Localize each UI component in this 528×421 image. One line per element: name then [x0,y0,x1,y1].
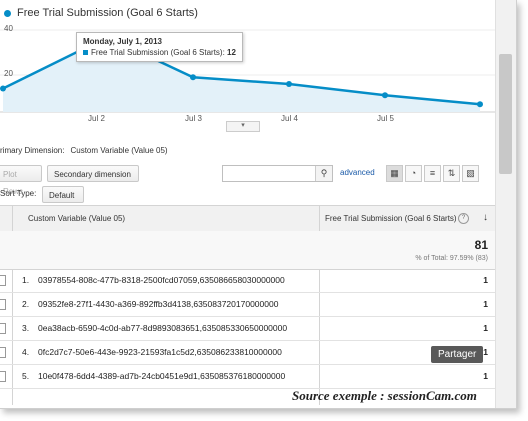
secondary-dimension-label: Secondary dimension [54,170,131,179]
chart-tooltip: Monday, July 1, 2013 Free Trial Submissi… [76,32,243,62]
legend-label: Free Trial Submission (Goal 6 Starts) [17,7,198,19]
table-row[interactable]: 3. 0ea38acb-6590-4c0d-ab77-8d9893083651,… [0,316,496,341]
sort-type-value: Default [49,191,75,200]
x-tick-jul4: Jul 4 [281,114,298,123]
primary-dimension-label: rimary Dimension: [0,146,65,155]
data-point[interactable] [0,85,6,92]
primary-dimension-value[interactable]: Custom Variable (Value 05) [70,146,167,155]
search-icon[interactable]: ⚲ [315,166,332,181]
row-number: 2. [22,299,30,309]
table-row[interactable]: 5. 10e0f478-6dd4-4389-ad7b-24cb0451e9d1,… [0,364,496,389]
primary-dimension: rimary Dimension: Custom Variable (Value … [0,146,168,155]
chart-collapse-button[interactable]: ▾ [226,121,260,132]
pie-view-icon[interactable]: ◔ [405,165,422,182]
view-switcher: ▦ ◔ ≡ ⇅ ▧ [386,165,481,182]
row-metric-value: 1 [483,275,488,285]
sort-type: Sort Type: [0,189,36,198]
row-checkbox[interactable] [0,275,6,286]
tooltip-date: Monday, July 1, 2013 [83,37,162,46]
table-row[interactable]: 1. 03978554-808c-477b-8318-2500fcd07059,… [0,268,496,293]
col-header-dimension[interactable]: Custom Variable (Value 05) [28,214,125,223]
bar-view-icon[interactable]: ≡ [424,165,441,182]
sort-arrow-icon[interactable]: ↓ [483,212,488,223]
row-checkbox[interactable] [0,371,6,382]
analytics-panel: Free Trial Submission (Goal 6 Starts) 40… [0,0,517,409]
row-dimension-value[interactable]: 09352fe8-27f1-4430-a369-892ffb3d4138,635… [38,299,278,309]
sort-type-label: Sort Type: [0,189,37,198]
tooltip-value: 12 [227,48,236,57]
chevron-down-icon: ▾ [241,122,245,129]
totals-row: 81 % of Total: 97.59% (83) [0,231,496,270]
table-search-input[interactable]: ⚲ [222,165,333,182]
data-point[interactable] [286,81,292,87]
row-number: 1. [22,275,30,285]
share-button[interactable]: Partager [431,346,484,363]
row-checkbox[interactable] [0,347,6,358]
series-square-icon [83,50,88,55]
data-point[interactable] [477,101,483,108]
chart-legend[interactable]: Free Trial Submission (Goal 6 Starts) [4,7,198,19]
row-metric-value: 1 [483,347,488,357]
x-tick-jul3: Jul 3 [185,114,202,123]
y-tick-40: 40 [4,24,13,33]
series-dot-icon [4,9,11,17]
tooltip-label: Free Trial Submission (Goal 6 Starts): [91,48,228,57]
x-tick-jul5: Jul 5 [377,114,394,123]
row-metric-value: 1 [483,371,488,381]
row-number: 3. [22,323,30,333]
table-view-icon[interactable]: ▦ [386,165,403,182]
vertical-scrollbar[interactable] [495,0,516,408]
row-checkbox[interactable] [0,323,6,334]
sort-type-dropdown[interactable]: Default ▾ [42,186,84,217]
data-point[interactable] [382,92,388,99]
row-dimension-value[interactable]: 03978554-808c-477b-8318-2500fcd07059,635… [38,275,285,285]
pivot-view-icon[interactable]: ▧ [462,165,479,182]
source-caption: Source exemple : sessionCam.com [292,388,477,403]
row-checkbox[interactable] [0,299,6,310]
secondary-dimension-dropdown[interactable]: Secondary dimension ▾ [47,165,139,196]
row-metric-value: 1 [483,299,488,309]
row-number: 5. [22,371,30,381]
row-dimension-value[interactable]: 10e0f478-6dd4-4389-ad7b-24cb0451e9d1,635… [38,371,285,381]
row-metric-value: 1 [483,323,488,333]
table-row[interactable]: 4. 0fc2d7c7-50e6-443e-9923-21593fa1c5d2,… [0,340,496,365]
help-icon[interactable]: ? [458,213,469,224]
col-header-metric[interactable]: Free Trial Submission (Goal 6 Starts) [325,214,457,223]
row-number: 4. [22,347,30,357]
comparison-view-icon[interactable]: ⇅ [443,165,460,182]
row-dimension-value[interactable]: 0fc2d7c7-50e6-443e-9923-21593fa1c5d2,635… [38,347,282,357]
y-tick-20: 20 [4,69,13,78]
data-point[interactable] [190,74,196,81]
line-chart [0,29,496,113]
plot-rows-button[interactable]: Plot Rows [0,165,42,196]
x-tick-jul2: Jul 2 [88,114,105,123]
table-row[interactable]: 2. 09352fe8-27f1-4430-a369-892ffb3d4138,… [0,292,496,317]
scrollbar-thumb[interactable] [499,54,512,174]
row-dimension-value[interactable]: 0ea38acb-6590-4c0d-ab77-8d9893083651,635… [38,323,287,333]
table-header: Custom Variable (Value 05) Free Trial Su… [0,205,496,232]
advanced-link[interactable]: advanced [340,168,375,177]
total-value: 81 [474,238,488,252]
total-percent: % of Total: 97.59% (83) [415,255,488,262]
